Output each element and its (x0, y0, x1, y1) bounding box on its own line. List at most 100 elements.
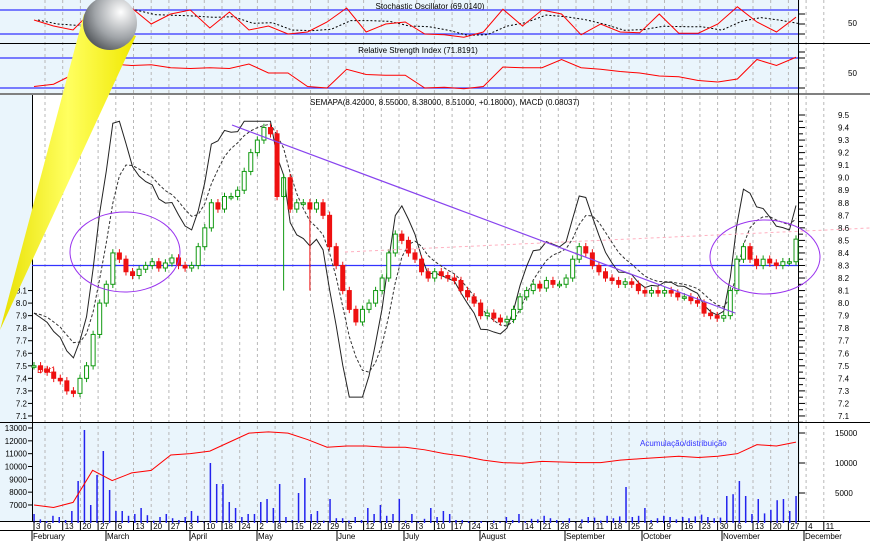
candle-body (116, 252, 122, 260)
week-label: 13 (65, 522, 74, 531)
candle-body (123, 258, 129, 273)
candle-body (642, 290, 648, 294)
candle-body (320, 202, 326, 216)
week-label: 30 (720, 522, 729, 531)
candle-body (195, 246, 201, 266)
volume-bar (329, 499, 331, 523)
volume-bar (423, 518, 426, 523)
week-label: 8 (277, 522, 282, 531)
ad-axis-label: 8000 (9, 488, 27, 497)
left-price-label: 7.3 (16, 387, 28, 396)
volume-bar (146, 515, 149, 523)
price-label: 7.2 (838, 399, 850, 408)
volume-bar (304, 478, 306, 523)
week-label: 7 (507, 522, 512, 531)
volume-bar (430, 508, 432, 523)
price-label: 7.4 (838, 374, 850, 383)
week-label: 17 (454, 522, 463, 531)
volume-bar (367, 508, 369, 523)
price-label: 9.2 (838, 149, 850, 158)
left-price-label: 7.7 (16, 337, 28, 346)
stock-chart: Stochastic Oscillator (69.0140) 50 Relat… (0, 0, 870, 541)
candle-body (353, 308, 359, 323)
volume-bar (606, 515, 608, 523)
week-label: 19 (383, 522, 392, 531)
volume-bar (644, 508, 646, 523)
week-label: 4 (808, 522, 813, 531)
left-price-label: 8.0 (16, 299, 28, 308)
month-label: February (33, 532, 65, 541)
candle-body (714, 315, 720, 319)
volume-bar (656, 518, 659, 523)
candle-body (543, 280, 549, 289)
candle-body (451, 277, 457, 282)
week-label: 11 (596, 522, 605, 531)
week-label: 2 (649, 522, 654, 531)
volume-axis-label: 10000 (835, 459, 858, 468)
candle-body (359, 308, 365, 323)
candle-body (511, 308, 517, 320)
left-price-label: 7.9 (16, 312, 28, 321)
candle-body (478, 302, 484, 317)
candle-body (570, 258, 576, 279)
month-label: June (338, 532, 356, 541)
month-label: August (481, 532, 507, 541)
week-label: 6 (47, 522, 52, 531)
week-label: 16 (684, 522, 693, 531)
candle-body (497, 317, 503, 323)
month-label: March (107, 532, 129, 541)
volume-bar (341, 518, 344, 523)
candle-body (458, 280, 464, 292)
candle-body (267, 127, 273, 135)
week-label: 29 (330, 522, 339, 531)
volume-axis-label: 15000 (835, 429, 858, 438)
candle-body (215, 202, 221, 210)
month-label: September (566, 532, 605, 541)
volume-bar (795, 496, 797, 523)
volume-bar (744, 496, 747, 523)
candle-body (432, 271, 438, 279)
candle-body (103, 283, 109, 304)
candle-body (793, 238, 799, 263)
candle-body (557, 283, 563, 287)
candle-body (491, 312, 497, 319)
candle-body (156, 261, 162, 269)
candle-body (445, 275, 451, 279)
volume-bar (253, 514, 256, 523)
volume-bar (228, 502, 231, 523)
week-label: 14 (525, 522, 534, 531)
candle-body (550, 280, 556, 285)
candle-body (530, 283, 536, 292)
volume-bar (102, 451, 105, 523)
week-label: 12 (366, 522, 375, 531)
candle-body (379, 277, 385, 292)
volume-bar (763, 513, 766, 523)
week-label: 22 (313, 522, 322, 531)
candle-body (254, 139, 260, 154)
week-label: 27 (171, 522, 180, 531)
left-price-label: 7.4 (16, 374, 28, 383)
candle-body (622, 281, 628, 285)
ad-axis-label: 12000 (5, 437, 28, 446)
week-label: 3 (36, 522, 41, 531)
week-label: 3 (189, 522, 194, 531)
candle-body (603, 271, 608, 279)
week-label: 20 (773, 522, 782, 531)
candle-body (44, 369, 50, 373)
candle-body (576, 246, 582, 260)
candle-body (405, 239, 411, 254)
volume-bar (537, 519, 539, 523)
candle-body (90, 333, 96, 367)
candle-body (77, 377, 83, 394)
week-label: 27 (100, 522, 109, 531)
volume-bar (675, 519, 678, 523)
candle-body (130, 271, 136, 277)
week-label: 31 (490, 522, 499, 531)
candle-body (465, 290, 471, 298)
volume-bar (354, 517, 356, 523)
week-label: 11 (826, 522, 835, 531)
price-label: 8.4 (838, 249, 850, 258)
candle-body (471, 296, 477, 304)
volume-bar (694, 516, 697, 523)
volume-bar (58, 517, 60, 523)
